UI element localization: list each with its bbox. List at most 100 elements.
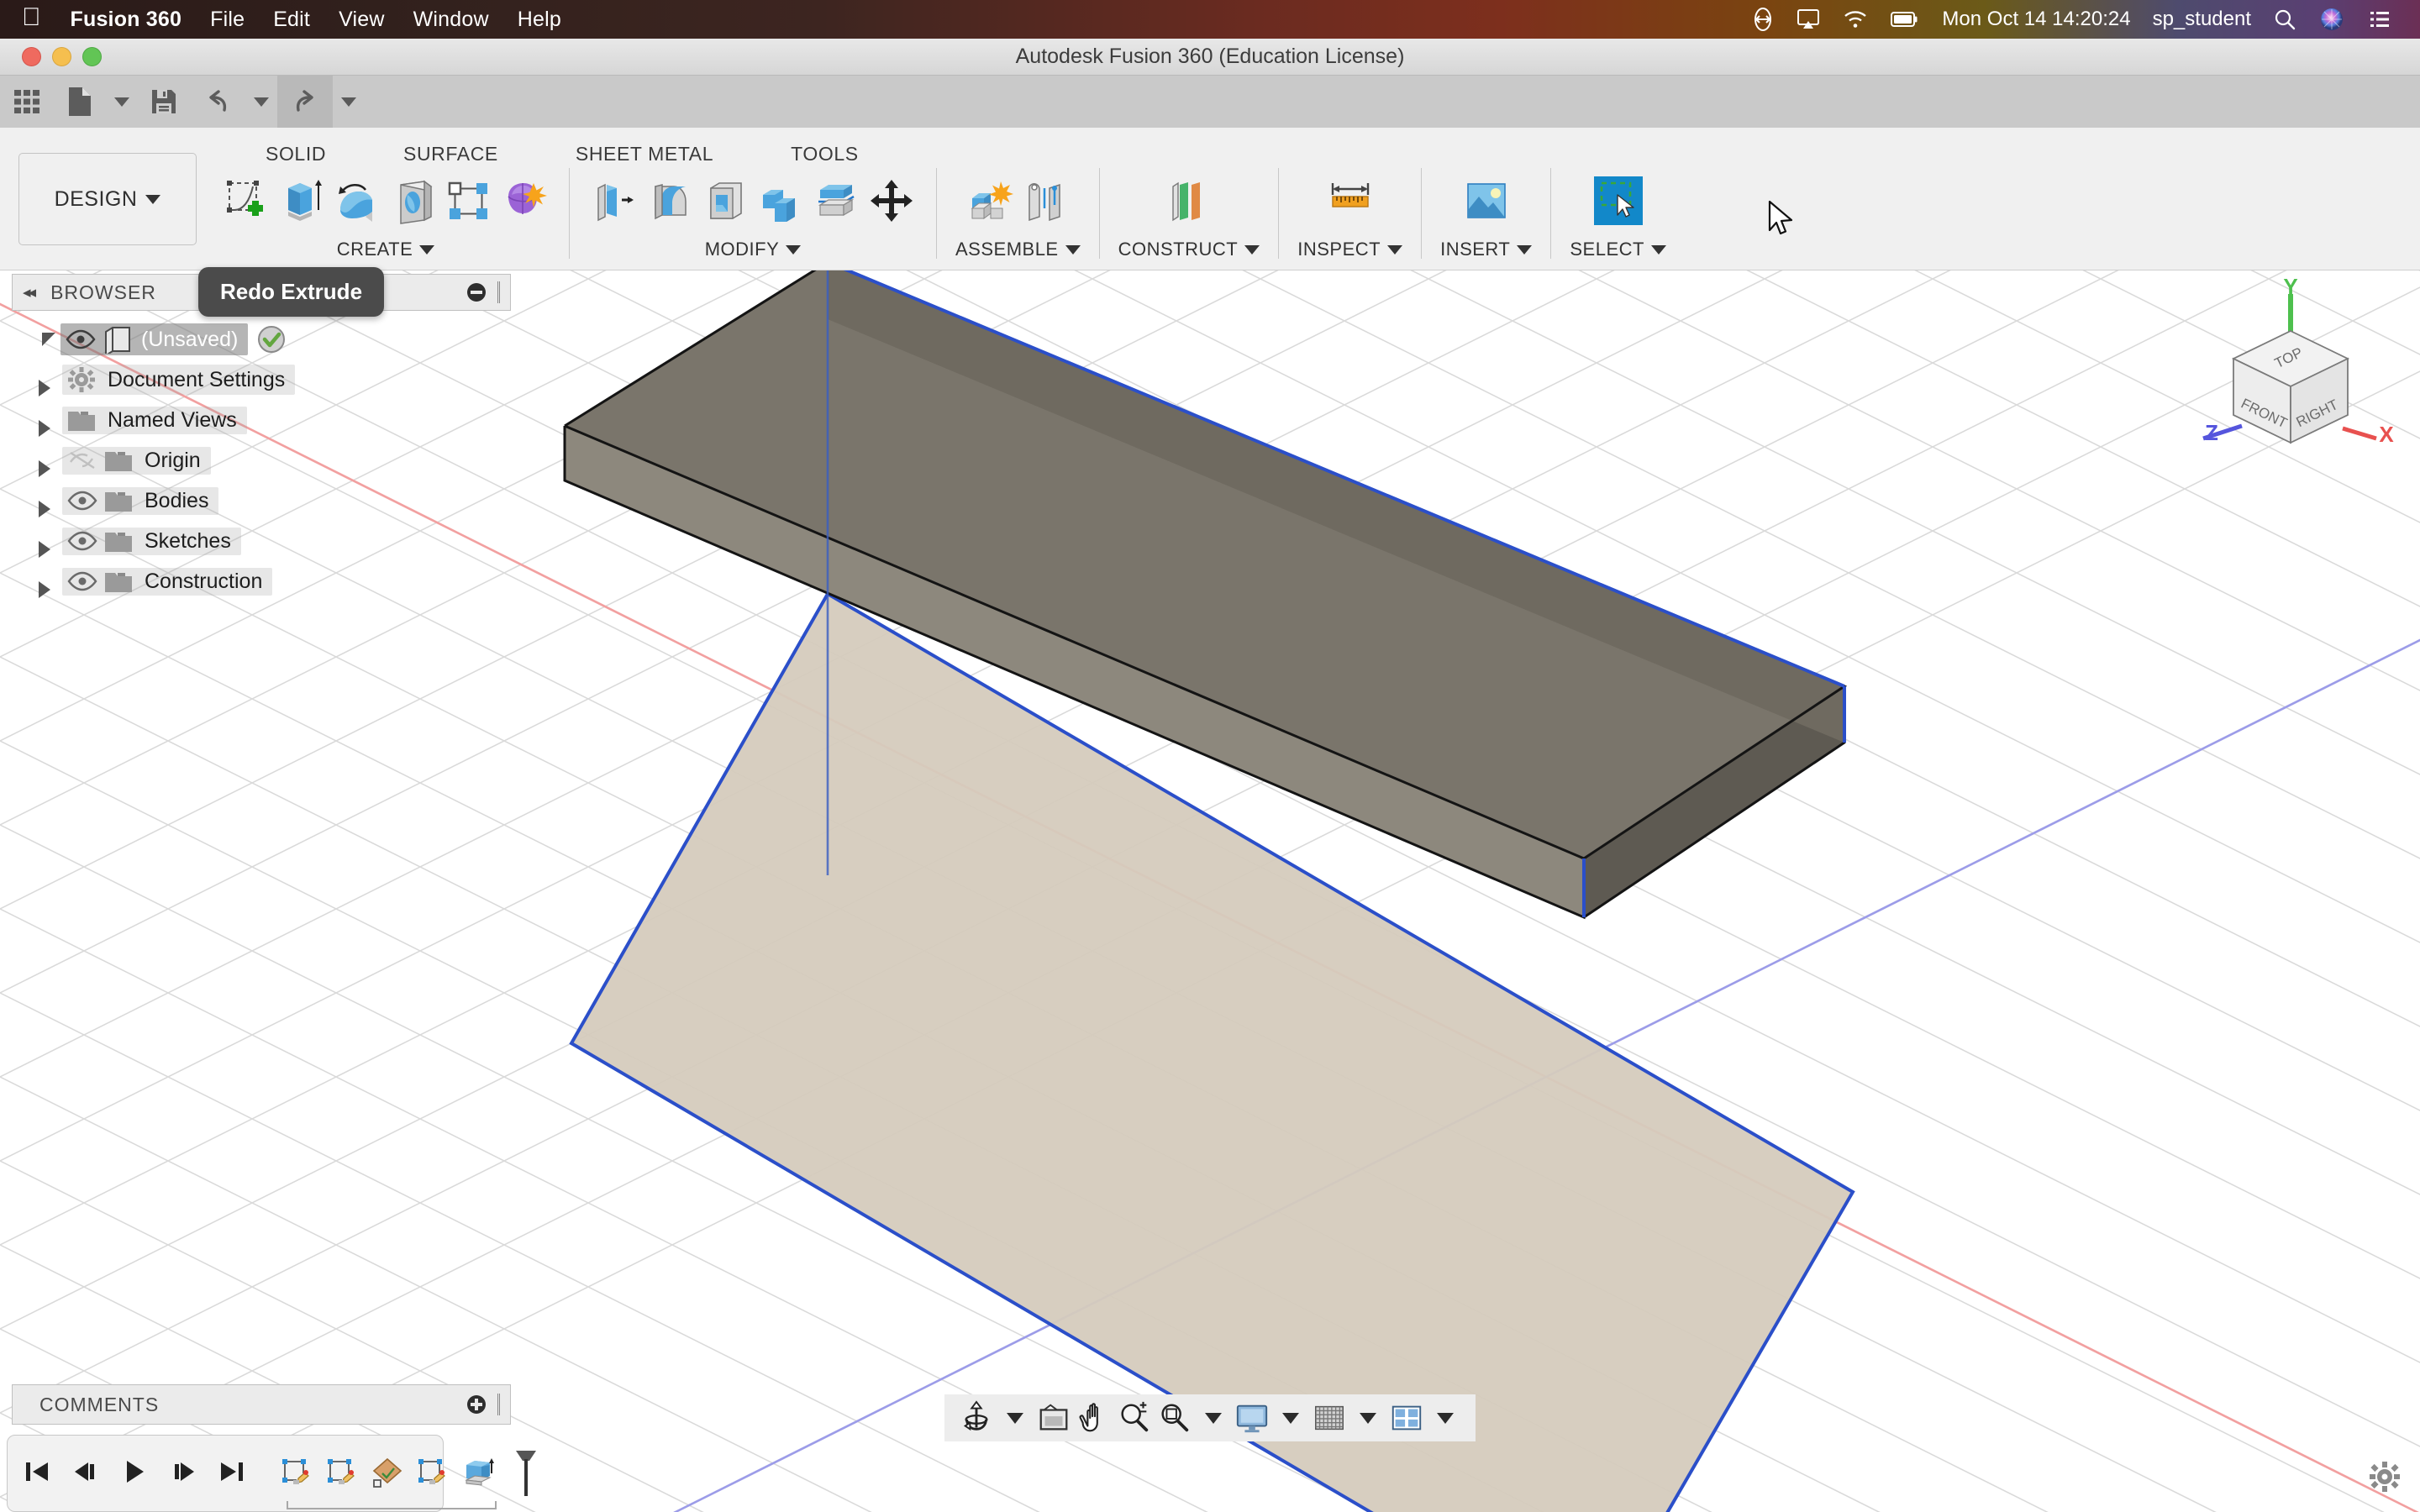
menu-help[interactable]: Help [503,8,576,32]
redo-dropdown[interactable] [333,76,365,128]
pattern-icon[interactable] [443,175,495,227]
tree-row-document-settings[interactable]: Document Settings [12,360,511,400]
new-file-icon[interactable] [54,76,106,128]
menu-username[interactable]: sp_student [2142,8,2262,31]
extrude-icon[interactable] [276,175,329,227]
fillet-icon[interactable] [644,175,696,227]
control-center-icon[interactable] [2356,8,2403,30]
save-icon[interactable] [138,76,190,128]
orbit-icon[interactable] [958,1399,995,1436]
fit-dropdown[interactable] [1205,1412,1222,1424]
create-sketch-icon[interactable] [221,175,273,227]
step-forward-icon[interactable] [169,1457,197,1490]
grid-snaps-dropdown[interactable] [1360,1412,1376,1424]
tab-tools[interactable]: TOOLS [752,138,897,171]
gear-icon[interactable] [2368,1460,2402,1494]
chevron-down-icon[interactable] [419,244,435,255]
menu-app-name[interactable]: Fusion 360 [56,8,197,32]
apps-grid-icon[interactable] [0,76,54,128]
chevron-down-icon[interactable] [1517,244,1533,255]
zoom-icon[interactable] [1116,1399,1153,1436]
step-back-icon[interactable] [71,1457,100,1490]
offset-plane-icon[interactable] [1163,175,1215,227]
display-settings-dropdown[interactable] [1282,1412,1299,1424]
combine-icon[interactable] [755,175,807,227]
pan-icon[interactable] [1076,1399,1113,1436]
battery-icon[interactable] [1879,8,1931,30]
sketch-feature-icon[interactable] [325,1457,359,1490]
plane-feature-icon[interactable] [371,1457,404,1490]
chevron-down-icon[interactable] [1065,244,1081,255]
visibility-eye-icon[interactable] [67,490,97,512]
tab-solid[interactable]: SOLID [227,138,365,171]
comments-panel[interactable]: COMMENTS [12,1384,511,1425]
go-to-beginning-icon[interactable] [23,1457,51,1490]
extrude-feature-icon[interactable] [461,1457,495,1490]
tab-sheet-metal[interactable]: SHEET METAL [537,138,752,171]
split-face-icon[interactable] [810,175,862,227]
siri-icon[interactable] [2307,6,2356,33]
expand-toggle-icon[interactable] [27,452,50,477]
grid-snaps-icon[interactable] [1311,1399,1348,1436]
timeline-marker-icon[interactable] [512,1449,540,1498]
visibility-eye-icon[interactable] [67,530,97,552]
menu-edit[interactable]: Edit [259,8,324,32]
expand-toggle-icon[interactable] [27,412,50,437]
chevron-down-icon[interactable] [1650,244,1666,255]
expand-toggle-icon[interactable] [27,533,50,558]
chevron-down-icon[interactable] [1244,244,1260,255]
sweep-icon[interactable] [387,175,439,227]
measure-icon[interactable] [1324,175,1376,227]
tree-row-bodies[interactable]: Bodies [12,480,511,521]
shell-icon[interactable] [699,175,751,227]
viewports-icon[interactable] [1388,1399,1425,1436]
search-icon[interactable] [2262,8,2307,31]
redo-icon[interactable] [277,76,333,128]
sketch-feature-icon[interactable] [416,1457,450,1490]
joint-icon[interactable] [1019,175,1071,227]
visibility-eye-icon[interactable] [66,328,96,350]
viewports-dropdown[interactable] [1437,1412,1454,1424]
select-window-icon[interactable] [1592,175,1644,227]
check-circle-icon[interactable] [256,324,287,354]
tree-row-origin[interactable]: Origin [12,440,511,480]
expand-toggle-icon[interactable] [42,333,55,346]
revolve-icon[interactable] [332,175,384,227]
workspace-selector[interactable]: DESIGN [18,153,197,245]
view-cube[interactable]: Y Z X TOP FRONT RIGHT [2143,279,2403,455]
chevron-down-icon[interactable] [786,244,802,255]
panel-resize-grip[interactable] [497,281,500,303]
orbit-dropdown[interactable] [1007,1412,1023,1424]
apple-logo-icon[interactable]:  [22,5,56,34]
menu-clock[interactable]: Mon Oct 14 14:20:24 [1931,8,2141,31]
undo-dropdown[interactable] [245,76,277,128]
collapse-left-icon[interactable]: ◂◂ [23,283,36,302]
tree-row-root[interactable]: (Unsaved) [12,319,511,360]
expand-toggle-icon[interactable] [27,371,50,396]
tree-row-sketches[interactable]: Sketches [12,521,511,561]
minus-circle-icon[interactable] [467,283,486,302]
tree-row-construction[interactable]: Construction [12,561,511,601]
sketch-feature-icon[interactable] [280,1457,313,1490]
look-at-icon[interactable] [1035,1399,1072,1436]
go-to-end-icon[interactable] [218,1457,246,1490]
press-pull-icon[interactable] [588,175,640,227]
menu-view[interactable]: View [324,8,399,32]
new-file-dropdown[interactable] [106,76,138,128]
expand-toggle-icon[interactable] [27,573,50,598]
plus-circle-icon[interactable] [467,1395,486,1414]
insert-image-icon[interactable] [1460,175,1512,227]
panel-resize-grip[interactable] [497,1394,500,1415]
new-component-icon[interactable] [964,175,1016,227]
chevron-down-icon[interactable] [1387,244,1403,255]
play-icon[interactable] [120,1457,149,1490]
move-copy-icon[interactable] [865,175,918,227]
visibility-eye-off-icon[interactable] [67,449,97,471]
displaylink-icon[interactable] [1741,8,1785,31]
tab-surface[interactable]: SURFACE [365,138,537,171]
menu-file[interactable]: File [196,8,259,32]
wifi-icon[interactable] [1832,8,1879,31]
form-icon[interactable] [498,175,550,227]
tree-row-named-views[interactable]: Named Views [12,400,511,440]
display-settings-icon[interactable] [1234,1399,1270,1436]
